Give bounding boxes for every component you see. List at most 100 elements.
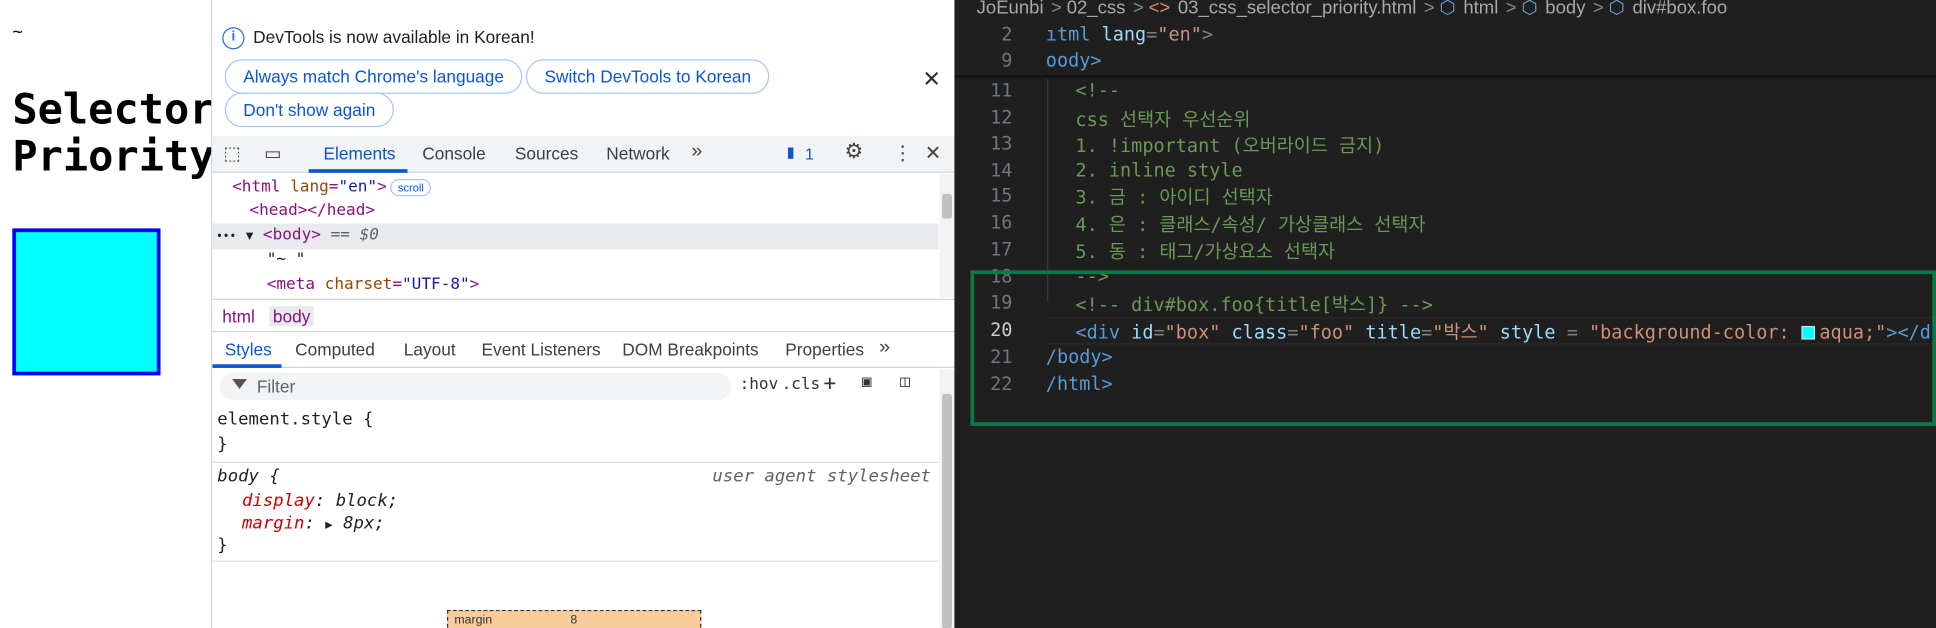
- html-open-tag: <html: [232, 177, 291, 197]
- code-line-15[interactable]: 15 3. 금 : 아이디 선택자: [954, 184, 1936, 211]
- body-selector[interactable]: body {: [217, 467, 279, 487]
- margin-value: 8px;: [343, 513, 385, 534]
- tab-sources[interactable]: Sources: [515, 143, 578, 163]
- meta-attr-eq: =: [392, 275, 403, 294]
- meta-node[interactable]: <meta charset="UTF-8">: [267, 275, 480, 294]
- html-element-icon: ⬡: [1439, 0, 1456, 19]
- tab-elements[interactable]: Elements: [323, 143, 395, 163]
- subtab-styles[interactable]: Styles: [225, 340, 272, 360]
- line-number: 14: [990, 159, 1013, 182]
- crumb-file[interactable]: 03_css_selector_priority.html: [1178, 0, 1416, 19]
- more-tabs-chevron-icon[interactable]: »: [691, 141, 702, 163]
- element-style-selector[interactable]: element.style {: [217, 410, 373, 430]
- always-match-language-button[interactable]: Always match Chrome's language: [224, 59, 523, 94]
- body-node[interactable]: ••• ▼ <body> == $0: [216, 226, 379, 245]
- rule-separator-2: [212, 560, 939, 562]
- highlight-annotation-box: [970, 270, 1936, 426]
- elements-scroll-thumb[interactable]: [942, 193, 952, 219]
- body-tag: <body>: [262, 225, 321, 245]
- settings-gear-icon[interactable]: ⚙: [845, 140, 864, 165]
- styles-scrollbar[interactable]: [939, 369, 955, 628]
- paint-brush-icon[interactable]: ▣: [862, 373, 872, 392]
- box-model-margin-value[interactable]: 8: [570, 614, 577, 628]
- hov-toggle[interactable]: :hov: [740, 375, 779, 394]
- breadcrumb-html[interactable]: html: [219, 306, 259, 326]
- tab-network[interactable]: Network: [606, 143, 669, 163]
- issues-count[interactable]: 1: [805, 144, 814, 163]
- line-number: 15: [990, 183, 1013, 207]
- display-prop: display: [242, 491, 315, 512]
- node-actions-icon[interactable]: •••: [216, 231, 236, 243]
- more-options-icon[interactable]: ⋮: [893, 141, 913, 166]
- code-line-17[interactable]: 17 5. 동 : 태그/가상요소 선택자: [954, 238, 1936, 265]
- active-subtab-underline: [212, 364, 282, 368]
- sticky-line-html[interactable]: 2 ıtml lang="en">: [954, 23, 1936, 50]
- element-style-close: }: [217, 434, 228, 455]
- switch-to-korean-button[interactable]: Switch DevTools to Korean: [525, 59, 770, 94]
- head-node[interactable]: <head></head>: [249, 201, 375, 220]
- close-devtools-icon[interactable]: ✕: [925, 141, 942, 166]
- box-model-margin-label: margin: [454, 613, 493, 628]
- more-subtabs-chevron-icon[interactable]: »: [879, 337, 890, 359]
- user-agent-stylesheet-label: user agent stylesheet: [712, 466, 931, 487]
- code-line-16[interactable]: 16 4. 은 : 클래스/속성/ 가상클래스 선택자: [954, 211, 1936, 238]
- margin-declaration[interactable]: margin: ▶ 8px;: [242, 514, 385, 534]
- body-ref: == $0: [330, 225, 379, 245]
- text-node[interactable]: "~ ": [267, 251, 306, 270]
- line-number: 17: [990, 238, 1013, 261]
- toggle-sidebar-icon[interactable]: ◫: [900, 373, 910, 392]
- crumb-div[interactable]: div#box.foo: [1632, 0, 1727, 19]
- code-line-13[interactable]: 13 1. !important (오버라이드 금지): [954, 132, 1936, 159]
- chevron-right-icon: >: [1423, 0, 1435, 19]
- meta-charset-value: "UTF-8": [402, 275, 470, 294]
- dont-show-again-button[interactable]: Don't show again: [224, 92, 394, 128]
- inspect-element-icon[interactable]: ⬚: [223, 142, 241, 164]
- page-heading-line1: Selector: [12, 85, 213, 135]
- dom-breadcrumbs: html body: [212, 298, 955, 333]
- html-attr-eq: =: [328, 177, 339, 197]
- code-line-12[interactable]: 12 css 선택자 우선순위: [954, 106, 1936, 133]
- line-number: 13: [990, 132, 1013, 155]
- crumb-html[interactable]: html: [1463, 0, 1498, 19]
- collapse-arrow-icon[interactable]: ▼: [246, 230, 253, 244]
- breadcrumb-body[interactable]: body: [269, 306, 315, 326]
- aqua-box: [12, 228, 161, 376]
- subtab-dom-breakpoints[interactable]: DOM Breakpoints: [622, 340, 758, 360]
- subtab-computed[interactable]: Computed: [295, 340, 375, 360]
- styles-filter-input[interactable]: Filter: [219, 372, 731, 401]
- sticky-line-body[interactable]: 9 oody>: [954, 49, 1936, 76]
- screen-content: ~ Selector Priority i DevTools is now ava…: [0, 0, 1936, 628]
- crumb-folder-02-css[interactable]: 02_css: [1067, 0, 1126, 19]
- code-text: ıtml: [1045, 23, 1102, 46]
- body-rule-close: }: [217, 535, 228, 556]
- code-text: 5. 동 : 태그/가상요소 선택자: [1075, 240, 1336, 263]
- crumb-folder-joeunbi[interactable]: JoEunbi: [977, 0, 1044, 19]
- issues-message-icon[interactable]: ▮: [787, 143, 795, 160]
- html-node[interactable]: <html lang="en"> scroll: [232, 177, 432, 197]
- styles-scroll-thumb[interactable]: [942, 393, 952, 628]
- elements-scrollbar[interactable]: [939, 174, 955, 298]
- code-text: 2. inline style: [1075, 159, 1243, 182]
- line-number: 11: [990, 79, 1013, 102]
- rule-separator: [212, 461, 939, 464]
- new-style-rule-icon[interactable]: +: [824, 372, 837, 397]
- device-toolbar-icon[interactable]: ▭: [264, 142, 282, 164]
- crumb-body[interactable]: body: [1545, 0, 1585, 19]
- code-line-14[interactable]: 14 2. inline style: [954, 159, 1936, 186]
- infobar-close-icon[interactable]: ✕: [922, 67, 941, 93]
- cls-toggle[interactable]: .cls: [782, 375, 821, 394]
- tab-console[interactable]: Console: [422, 143, 485, 163]
- subtab-properties[interactable]: Properties: [785, 340, 864, 360]
- styles-pane: element.style { } body { user agent styl…: [212, 405, 939, 628]
- expand-triangle-icon[interactable]: ▶: [325, 519, 332, 533]
- code-editor: JoEunbi >02_css > <> 03_css_selector_priori…: [954, 0, 1936, 628]
- meta-close-bracket: >: [469, 275, 480, 294]
- subtab-event-listeners[interactable]: Event Listeners: [482, 340, 601, 360]
- filter-icon: [232, 379, 247, 389]
- page-heading: Selector Priority: [12, 85, 213, 180]
- subtab-layout[interactable]: Layout: [404, 340, 456, 360]
- scroll-badge[interactable]: scroll: [390, 178, 432, 196]
- active-tab-underline: [308, 169, 408, 173]
- code-line-11[interactable]: 11 <!--: [954, 79, 1936, 106]
- display-declaration[interactable]: display: block;: [242, 491, 398, 511]
